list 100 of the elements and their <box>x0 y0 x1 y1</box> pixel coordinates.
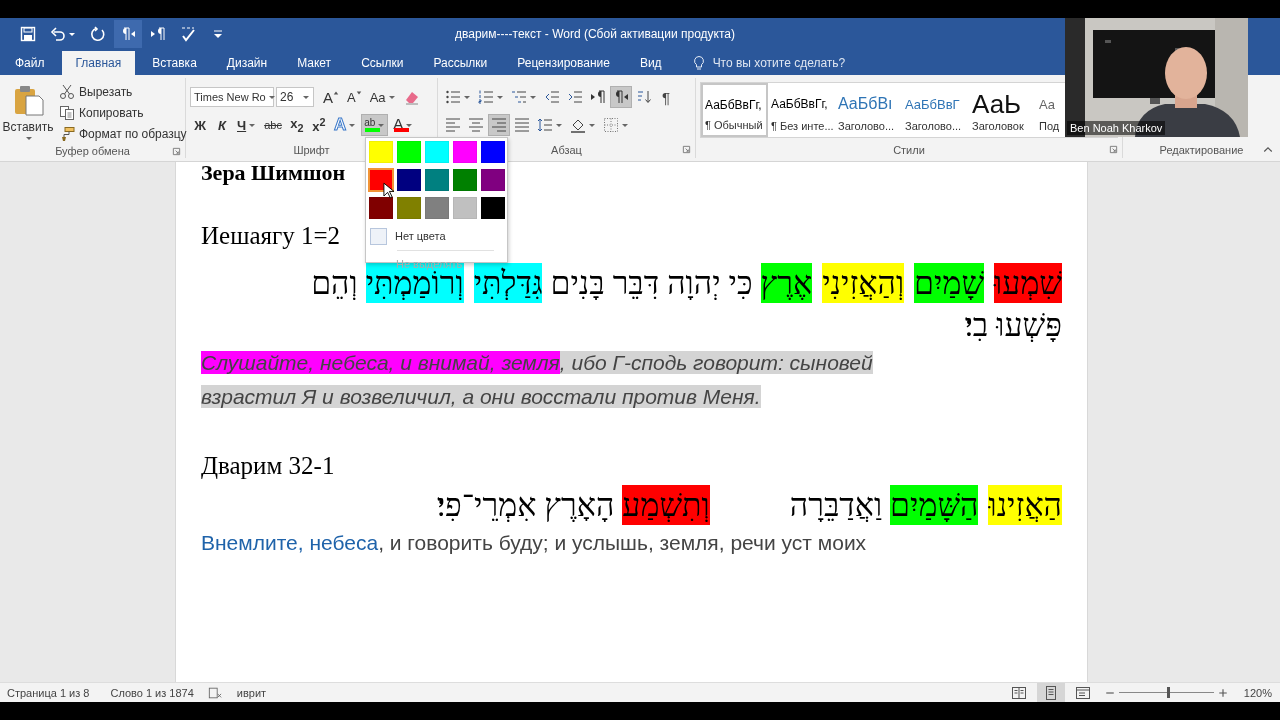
ribbon-tab[interactable]: Главная <box>61 51 136 75</box>
superscript-button[interactable]: x$^{2}$ <box>308 114 329 136</box>
change-case-button[interactable]: Aa <box>366 86 399 108</box>
copy-icon <box>59 105 75 121</box>
ribbon-tab[interactable]: Рецензирование <box>504 51 623 75</box>
formatting-marks-button[interactable]: ¶ <box>656 86 676 108</box>
style-item[interactable]: АаБбВı Заголово... <box>835 83 902 137</box>
style-item[interactable]: АаБбВвГг, ¶ Без инте... <box>768 83 835 137</box>
multilevel-list-icon <box>511 89 527 105</box>
zoom-slider-thumb[interactable] <box>1167 686 1171 698</box>
sort-icon <box>636 89 652 105</box>
subscript-button[interactable]: x$_{2}$ <box>286 114 307 136</box>
style-item[interactable]: АаЬ Заголовок <box>969 83 1036 137</box>
group-label: Буфер обмена <box>55 145 130 157</box>
mouse-cursor-icon <box>383 182 394 199</box>
dialog-launcher-icon[interactable] <box>682 145 691 154</box>
caret-icon <box>68 30 76 38</box>
brush-button[interactable]: Формат по образцу <box>56 124 190 144</box>
caret-icon <box>377 121 386 129</box>
copy-button[interactable]: Копировать <box>56 103 190 123</box>
align-center-icon <box>468 117 484 133</box>
translation-text: Внемлите, небеса, и говорить буду; и услышь, земля, речи уст моих <box>201 531 867 554</box>
ribbon-tab[interactable]: Вид <box>626 51 675 75</box>
menu-item[interactable]: Нет цвета <box>395 230 446 242</box>
ribbon-tab[interactable]: Файл <box>2 51 58 75</box>
eraser-icon <box>403 89 420 105</box>
strike-button[interactable]: abc <box>261 114 285 136</box>
ribbon-tab[interactable]: Вставка <box>139 51 210 75</box>
grow-font-button[interactable]: A <box>320 86 342 108</box>
outdent-icon <box>544 89 560 105</box>
color-swatch[interactable] <box>453 197 477 219</box>
color-swatch[interactable] <box>481 141 505 163</box>
undo-icon <box>50 26 66 42</box>
tell-me-field[interactable]: Что вы хотите сделать? <box>690 51 846 75</box>
zoom-in-icon[interactable] <box>1216 686 1229 699</box>
color-swatch[interactable] <box>481 197 505 219</box>
pilcrow-left-button[interactable] <box>610 86 632 108</box>
pilcrow-right-icon <box>590 89 606 105</box>
color-swatch[interactable] <box>453 169 477 191</box>
color-swatch[interactable] <box>369 169 393 191</box>
color-swatch[interactable] <box>369 141 393 163</box>
ribbon-tab[interactable]: Ссылки <box>348 51 417 75</box>
save-icon <box>20 26 36 42</box>
color-swatch[interactable] <box>425 141 449 163</box>
word-count[interactable]: Слово 1 из 1874 <box>110 686 194 699</box>
bold-button[interactable]: Ж <box>190 114 210 136</box>
color-swatch[interactable] <box>397 141 421 163</box>
color-swatch[interactable] <box>481 169 505 191</box>
justify-icon <box>514 117 530 133</box>
color-swatch[interactable] <box>425 197 449 219</box>
window-title: дварим----текст - Word (Сбой активации продукта) <box>455 27 735 41</box>
repeat-icon <box>90 26 106 42</box>
color-swatch[interactable] <box>453 141 477 163</box>
pilcrow-left-icon <box>120 26 136 42</box>
font-size-field[interactable]: 26 <box>276 87 314 107</box>
no-color-swatch <box>370 227 387 245</box>
ribbon-tab[interactable]: Рассылки <box>420 51 501 75</box>
shrink-font-button[interactable]: A <box>344 86 365 108</box>
proofing-icon[interactable] <box>207 685 222 700</box>
document-heading: Зера Шимшон <box>201 162 346 185</box>
zoom-level[interactable]: 120% <box>1243 686 1272 699</box>
highlight-button[interactable]: ab <box>361 114 389 136</box>
page-count[interactable]: Страница 1 из 8 <box>7 686 90 699</box>
ribbon-tab[interactable]: Дизайн <box>213 51 281 75</box>
caret-icon <box>387 93 396 101</box>
caret-icon <box>555 121 563 129</box>
caret-icon <box>588 121 596 129</box>
font-name-field[interactable]: Times New Ro <box>190 87 274 107</box>
color-swatch[interactable] <box>397 169 421 191</box>
color-swatch[interactable] <box>425 169 449 191</box>
paste-button[interactable]: Вставить <box>4 80 52 144</box>
caret-icon <box>529 93 537 101</box>
caret-icon <box>248 121 257 129</box>
underline-button[interactable]: Ч <box>234 114 260 136</box>
caret-icon <box>267 93 276 101</box>
style-item[interactable]: АаБбВвГ Заголово... <box>902 83 969 137</box>
align-right-button[interactable] <box>488 114 510 136</box>
scissors-icon <box>59 84 75 100</box>
brush-icon <box>59 126 75 142</box>
print-view-button[interactable] <box>1036 682 1065 703</box>
language-indicator[interactable]: иврит <box>236 686 267 699</box>
ribbon-tab[interactable]: Макет <box>284 51 345 75</box>
italic-button[interactable]: К <box>212 114 232 136</box>
style-item[interactable]: Аа Под <box>1036 83 1063 137</box>
web-page-icon <box>1074 684 1091 701</box>
bullet-list-icon <box>445 89 461 105</box>
up-caret-icon <box>333 90 339 96</box>
pilcrow-left-button[interactable] <box>114 20 142 48</box>
dialog-launcher-icon[interactable] <box>172 146 181 156</box>
scissors-button[interactable]: Вырезать <box>56 82 190 102</box>
align-left-icon <box>445 117 461 133</box>
caret-icon <box>621 121 629 129</box>
color-swatch[interactable] <box>397 197 421 219</box>
verse-reference: Дварим 32-1 <box>201 452 335 479</box>
indent-icon <box>567 89 583 105</box>
style-item[interactable]: АаБбВвГг, ¶ Обычный <box>701 83 768 137</box>
color-swatch[interactable] <box>369 197 393 219</box>
align-right-icon <box>491 117 507 133</box>
dialog-launcher-icon[interactable] <box>1109 145 1118 154</box>
translation-text: Слушайте, небеса, и внимай, земля, ибо Г-сподь говорит: сыновей <box>201 351 873 374</box>
